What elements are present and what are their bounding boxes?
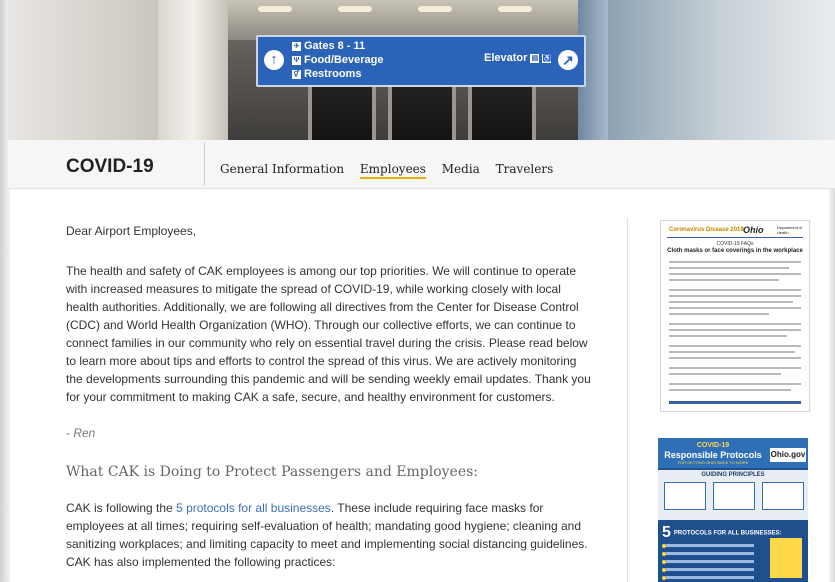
- terminal-window: [608, 0, 835, 140]
- food-icon: Ψ: [292, 55, 301, 65]
- sign-lines: ✈ Gates 8 - 11 Ψ Food/Beverage ⚥ Restrooms: [292, 39, 383, 81]
- doc2-ohio-logo: Ohio.gov: [770, 448, 806, 462]
- doc2-protocol-row: [666, 552, 754, 555]
- doc2-five: 5: [662, 524, 671, 541]
- doc2-principle-box: [713, 482, 755, 510]
- sign-gates: Gates 8 - 11: [304, 40, 366, 52]
- doc1-text-line: [669, 289, 801, 291]
- doc1-text-line: [669, 383, 801, 385]
- doc2-principles-title: GUIDING PRINCIPLES: [701, 472, 765, 478]
- doc1-text-line: [669, 389, 791, 391]
- wayfinding-sign: ↑ ✈ Gates 8 - 11 Ψ Food/Beverage ⚥ Restroom…: [256, 35, 586, 87]
- doc2-protocols-label: PROTOCOLS FOR ALL BUSINESSES:: [673, 530, 782, 537]
- nav-media[interactable]: Media: [442, 162, 480, 176]
- ceiling-light: [258, 6, 292, 12]
- responsible-protocols-thumbnail[interactable]: COVID-19 Responsible Protocols FOR GETTI…: [658, 438, 808, 582]
- doc1-dept: Department of Health: [777, 225, 803, 235]
- sign-food: Food/Beverage: [304, 54, 384, 66]
- nav-general-information[interactable]: General Information: [220, 162, 344, 176]
- header-divider: [204, 142, 205, 186]
- doc2-principle-box: [664, 482, 706, 510]
- doc1-text-line: [669, 313, 769, 315]
- doc1-text-line: [669, 261, 801, 263]
- sign-elevator-label: Elevator: [484, 52, 528, 64]
- face-covering-faq-thumbnail[interactable]: Coronavirus Disease 2019 Ohio Department…: [660, 220, 810, 412]
- doc1-header: Coronavirus Disease 2019: [669, 227, 744, 233]
- doc1-text-line: [669, 273, 801, 275]
- page-frame: ↑ ✈ Gates 8 - 11 Ψ Food/Beverage ⚥ Restroom…: [0, 0, 835, 582]
- intro-paragraph: The health and safety of CAK employees i…: [66, 264, 591, 404]
- doc2-header: COVID-19 Responsible Protocols FOR GETTI…: [658, 438, 808, 468]
- page-title: COVID-19: [66, 156, 154, 177]
- up-arrow-icon: ↑: [264, 50, 284, 70]
- doc2-protocols-heading: 5 PROTOCOLS FOR ALL BUSINESSES:: [662, 524, 781, 542]
- plane-icon: ✈: [292, 41, 301, 51]
- ceiling-light: [498, 6, 532, 12]
- doc1-text-line: [669, 301, 793, 303]
- doc2-title-line1: COVID-19: [696, 442, 730, 449]
- doc1-text-line: [669, 323, 801, 325]
- nav-employees[interactable]: Employees: [359, 162, 426, 179]
- section-nav: General Information Employees Media Trav…: [220, 162, 565, 179]
- elevator-icon: ▤: [530, 53, 540, 63]
- ceiling-light: [418, 6, 452, 12]
- diagonal-arrow-icon: ↗: [558, 50, 578, 70]
- doc1-ohio-logo: Ohio: [743, 225, 764, 235]
- doc2-protocol-row: [666, 576, 754, 579]
- doc1-text-line: [669, 307, 801, 309]
- protocols-paragraph: CAK is following the 5 protocols for all…: [66, 499, 592, 571]
- protocols-link[interactable]: 5 protocols for all businesses: [176, 501, 331, 515]
- doc1-text-line: [669, 345, 801, 347]
- sign-elevator: Elevator ▤ ♿: [484, 52, 554, 64]
- doc2-capacity-badge: [770, 538, 802, 578]
- doc1-footer-bar: [669, 401, 801, 404]
- terminal-pillar: [158, 0, 228, 140]
- doc1-heading: Cloth masks or face coverings in the wor…: [667, 248, 803, 254]
- doc2-guiding-principles: GUIDING PRINCIPLES: [658, 470, 808, 520]
- hero-banner-image: ↑ ✈ Gates 8 - 11 Ψ Food/Beverage ⚥ Restroom…: [8, 0, 835, 140]
- doc2-title-line3: FOR GETTING OHIO BACK TO WORK: [677, 460, 749, 465]
- ceiling-light: [338, 6, 372, 12]
- doc1-rule: [667, 237, 803, 238]
- doc1-faq-label: COVID-19 FAQs: [716, 241, 754, 247]
- sign-restrooms: Restrooms: [304, 68, 362, 80]
- doc2-title-line2: Responsible Protocols: [664, 450, 762, 460]
- doc1-text-line: [669, 373, 781, 375]
- doc1-text-line: [669, 279, 779, 281]
- page-header: COVID-19 General Information Employees M…: [8, 140, 835, 189]
- doc1-text-line: [669, 267, 789, 269]
- doc1-text-line: [669, 335, 787, 337]
- sidebar-divider: [627, 218, 628, 582]
- section-heading: What CAK is Doing to Protect Passengers …: [66, 464, 479, 480]
- signature: - Ren: [66, 426, 96, 440]
- greeting: Dear Airport Employees,: [66, 224, 197, 238]
- protocols-text-before: CAK is following the: [66, 501, 177, 515]
- doc2-protocol-row: [666, 560, 754, 563]
- doc2-protocol-row: [666, 544, 754, 547]
- doc2-protocol-row: [666, 568, 754, 571]
- doc1-text-line: [669, 367, 801, 369]
- doc2-principle-box: [762, 482, 804, 510]
- accessible-icon: ♿: [542, 53, 552, 63]
- nav-travelers[interactable]: Travelers: [496, 162, 554, 176]
- doc1-text-line: [669, 351, 795, 353]
- doc1-text-line: [669, 295, 801, 297]
- restroom-icon: ⚥: [292, 69, 301, 79]
- doc1-text-line: [669, 329, 801, 331]
- doc1-text-line: [669, 357, 801, 359]
